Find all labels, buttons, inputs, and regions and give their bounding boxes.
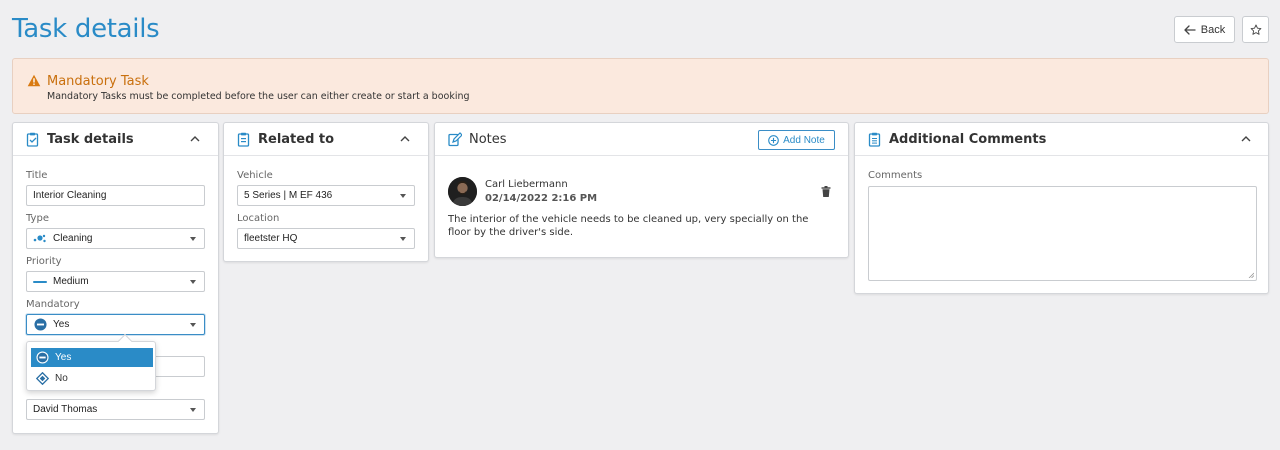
related-to-header: Related to xyxy=(224,123,428,156)
alert-title: Mandatory Task xyxy=(47,74,149,89)
avatar xyxy=(448,177,477,206)
chevron-up-icon[interactable] xyxy=(400,135,410,143)
chevron-down-icon xyxy=(190,237,196,241)
chevron-down-icon xyxy=(190,323,196,327)
mandatory-label: Mandatory xyxy=(26,299,80,310)
notes-header: Notes Add Note xyxy=(435,123,848,156)
additional-comments-card: Additional Comments Comments xyxy=(854,122,1269,294)
favorite-button[interactable] xyxy=(1242,16,1269,43)
note-author: Carl Liebermann xyxy=(485,179,568,190)
mandatory-yes-icon xyxy=(35,351,49,365)
option-label: No xyxy=(55,373,68,384)
type-label: Type xyxy=(26,213,49,224)
notes-title: Notes xyxy=(469,132,507,147)
notes-card: Notes Add Note Carl Liebermann 02/14/202… xyxy=(434,122,849,258)
vehicle-value: 5 Series | M EF 436 xyxy=(244,190,333,201)
edit-note-icon xyxy=(448,132,462,147)
chevron-down-icon xyxy=(190,280,196,284)
chevron-up-icon[interactable] xyxy=(190,135,200,143)
mandatory-option-yes[interactable]: Yes xyxy=(31,348,153,367)
mandatory-yes-icon xyxy=(33,318,47,331)
location-value: fleetster HQ xyxy=(244,233,298,244)
note-text: The interior of the vehicle needs to be … xyxy=(448,214,809,238)
chevron-down-icon xyxy=(400,194,406,198)
priority-select[interactable]: Medium xyxy=(26,271,205,292)
assignee-select[interactable]: David Thomas xyxy=(26,399,205,420)
back-button[interactable]: Back xyxy=(1174,16,1235,43)
comments-textarea[interactable] xyxy=(868,186,1257,281)
additional-comments-title: Additional Comments xyxy=(889,132,1047,147)
title-input[interactable]: Interior Cleaning xyxy=(26,185,205,206)
chevron-down-icon xyxy=(400,237,406,241)
related-to-card: Related to Vehicle 5 Series | M EF 436 L… xyxy=(223,122,429,262)
priority-label: Priority xyxy=(26,256,62,267)
back-button-label: Back xyxy=(1200,23,1226,36)
cleaning-icon xyxy=(33,233,47,245)
related-to-title: Related to xyxy=(258,132,335,147)
page-title: Task details xyxy=(12,14,160,44)
type-value: Cleaning xyxy=(53,233,93,244)
add-note-label: Add Note xyxy=(783,134,825,146)
mandatory-select[interactable]: Yes xyxy=(26,314,205,335)
chevron-up-icon[interactable] xyxy=(1241,135,1251,143)
type-select[interactable]: Cleaning xyxy=(26,228,205,249)
task-details-title: Task details xyxy=(47,132,134,147)
clipboard-list-icon xyxy=(868,132,881,147)
task-details-header: Task details xyxy=(13,123,218,156)
location-label: Location xyxy=(237,213,280,224)
plus-circle-icon xyxy=(768,134,779,146)
location-select[interactable]: fleetster HQ xyxy=(237,228,415,249)
chevron-down-icon xyxy=(190,408,196,412)
medium-priority-icon xyxy=(33,276,47,288)
assignee-value: David Thomas xyxy=(33,404,98,415)
comments-label: Comments xyxy=(868,170,923,181)
vehicle-label: Vehicle xyxy=(237,170,273,181)
clipboard-check-icon xyxy=(26,132,39,147)
star-icon xyxy=(1250,24,1261,35)
note-date: 02/14/2022 2:16 PM xyxy=(485,193,598,204)
priority-value: Medium xyxy=(53,276,89,287)
add-note-button[interactable]: Add Note xyxy=(758,130,835,150)
option-label: Yes xyxy=(55,352,72,363)
mandatory-no-icon xyxy=(35,372,49,386)
arrow-left-icon xyxy=(1184,24,1196,35)
clipboard-icon xyxy=(237,132,250,147)
title-label: Title xyxy=(26,170,48,181)
resize-grip-icon[interactable] xyxy=(1248,272,1254,278)
mandatory-option-no[interactable]: No xyxy=(31,369,153,388)
mandatory-alert: Mandatory Task Mandatory Tasks must be c… xyxy=(12,58,1269,114)
warning-triangle-icon xyxy=(27,74,41,87)
alert-text: Mandatory Tasks must be completed before… xyxy=(47,91,470,102)
trash-icon[interactable] xyxy=(821,186,831,197)
vehicle-select[interactable]: 5 Series | M EF 436 xyxy=(237,185,415,206)
mandatory-dropdown: Yes No xyxy=(26,333,156,391)
additional-comments-header: Additional Comments xyxy=(855,123,1268,156)
mandatory-value: Yes xyxy=(53,319,70,330)
